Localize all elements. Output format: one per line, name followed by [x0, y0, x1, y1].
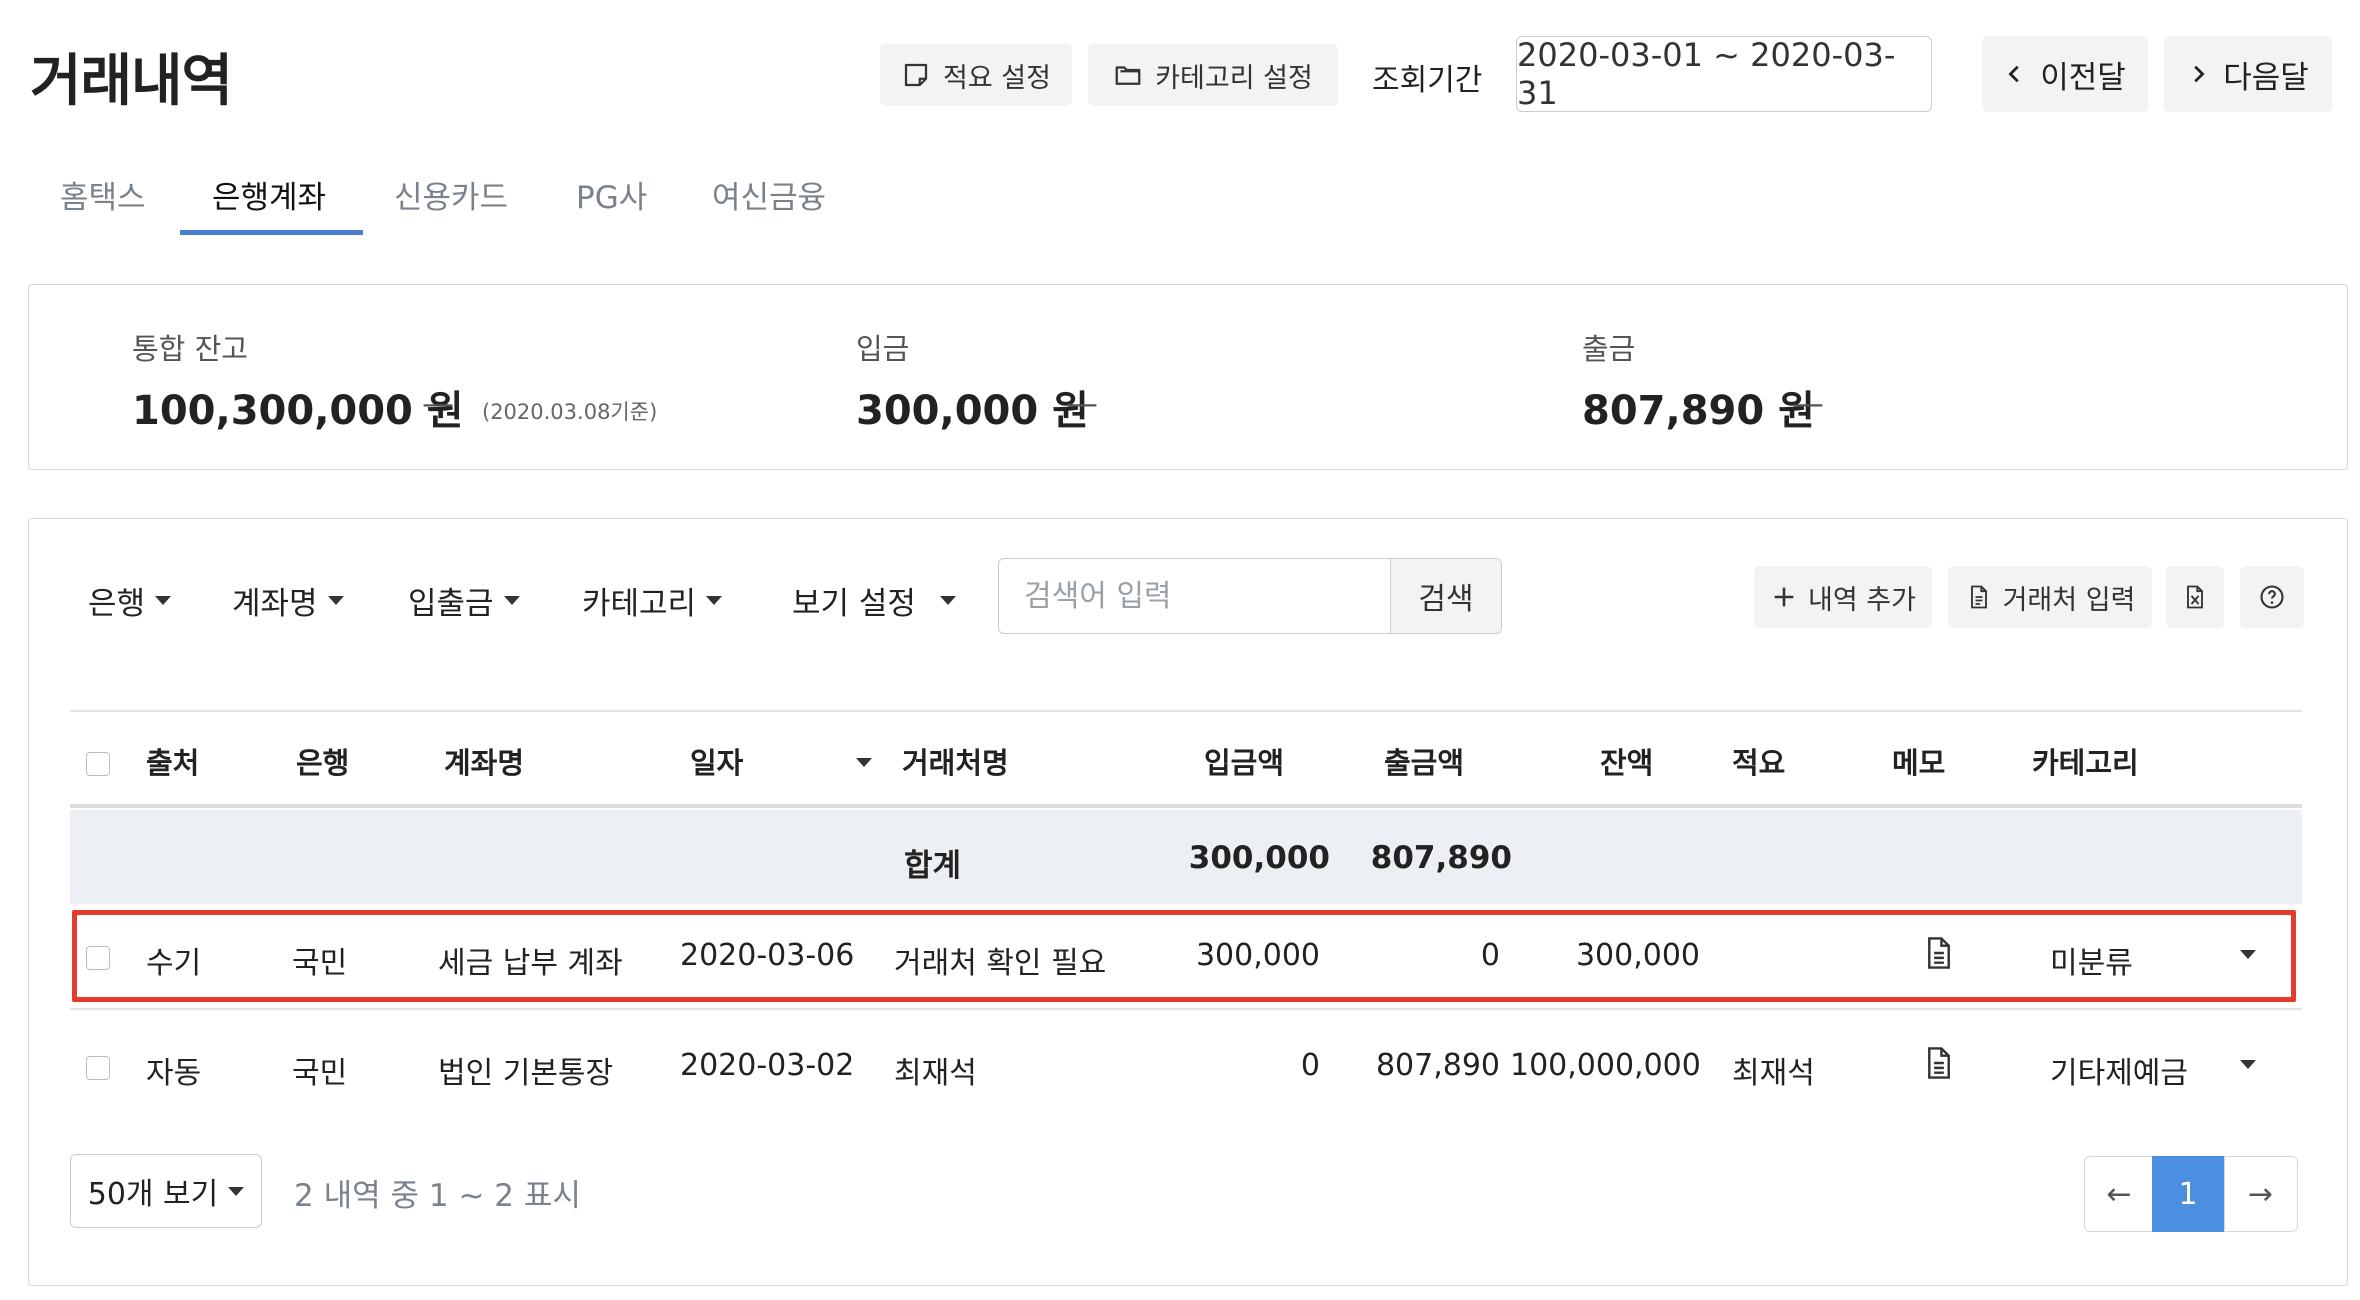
excel-export-button[interactable]	[2166, 566, 2224, 628]
add-entry-label: 내역 추가	[1808, 584, 1916, 616]
memo-settings-label: 적요 설정	[943, 62, 1051, 94]
per-page-select[interactable]: 50개 보기	[70, 1154, 262, 1228]
withdraw-label: 출금	[1582, 332, 1636, 366]
cell-bank: 국민	[292, 1056, 348, 1091]
prev-month-label: 이전달	[2040, 59, 2126, 96]
column-header-deposit[interactable]: 입금액	[1204, 740, 1284, 782]
tab-bank-account[interactable]: 은행계좌	[212, 172, 326, 217]
withdraw-value: 807,890 원	[1582, 388, 1815, 434]
column-header-source[interactable]: 출처	[146, 740, 199, 782]
balance-label: 통합 잔고	[132, 332, 248, 366]
result-count-text: 2 내역 중 1 ~ 2 표시	[294, 1178, 581, 1214]
filter-label: 카테고리	[582, 586, 697, 622]
excel-file-icon	[2187, 585, 2203, 609]
help-circle-icon	[2260, 585, 2284, 609]
deposit-label: 입금	[856, 332, 910, 366]
header-divider	[70, 804, 2302, 808]
active-tab-indicator	[180, 230, 363, 235]
column-header-note[interactable]: 적요	[1732, 740, 1785, 782]
per-page-label: 50개 보기	[87, 1177, 219, 1212]
page-title: 거래내역	[30, 49, 233, 114]
next-month-button[interactable]: 다음달	[2164, 36, 2332, 112]
column-header-memo[interactable]: 메모	[1892, 740, 1945, 782]
caret-down-icon	[939, 596, 956, 605]
filter-bank-dropdown[interactable]: 은행	[88, 578, 172, 623]
counterparty-input-label: 거래처 입력	[2002, 584, 2136, 616]
balance-note: (2020.03.08기준)	[482, 400, 658, 424]
column-header-date[interactable]: 일자	[690, 740, 743, 782]
filter-inout-dropdown[interactable]: 입출금	[408, 578, 520, 623]
next-page-button[interactable]: →	[2224, 1156, 2296, 1232]
tab-hometax[interactable]: 홈택스	[60, 172, 146, 217]
column-header-counterparty[interactable]: 거래처명	[902, 740, 1009, 782]
add-entry-button[interactable]: 내역 추가	[1754, 566, 1932, 628]
filter-label: 보기 설정	[792, 586, 916, 622]
sort-caret-icon[interactable]	[856, 758, 872, 767]
column-header-withdraw[interactable]: 출금액	[1384, 740, 1464, 782]
caret-down-icon	[228, 1186, 245, 1196]
balance-value: 100,300,000 원	[132, 388, 464, 434]
filter-label: 은행	[88, 586, 146, 622]
search-button[interactable]: 검색	[1390, 559, 1501, 633]
category-dropdown-caret-icon[interactable]	[2240, 1060, 2256, 1069]
table-top-divider	[70, 710, 2302, 712]
next-month-label: 다음달	[2223, 59, 2309, 96]
prev-page-button[interactable]: ←	[2086, 1156, 2152, 1232]
column-header-balance[interactable]: 잔액	[1600, 740, 1653, 782]
deposit-value: 300,000 원	[856, 388, 1089, 434]
column-header-bank[interactable]: 은행	[296, 740, 349, 782]
cell-account: 법인 기본통장	[438, 1056, 614, 1091]
category-settings-label: 카테고리 설정	[1155, 62, 1313, 94]
cell-counterparty[interactable]: 최재석	[894, 1048, 977, 1092]
filter-label: 계좌명	[232, 586, 318, 622]
prev-month-button[interactable]: 이전달	[1982, 36, 2148, 112]
period-label: 조회기간	[1372, 63, 1483, 98]
cell-category[interactable]: 기타제예금	[2050, 1048, 2188, 1092]
document-icon	[1970, 585, 1987, 609]
date-range-field[interactable]: 2020-03-01 ~ 2020-03-31	[1516, 36, 1932, 112]
filter-category-dropdown[interactable]: 카테고리	[582, 578, 723, 623]
tab-pg[interactable]: PG사	[576, 172, 647, 217]
tab-credit-card[interactable]: 신용카드	[394, 172, 508, 217]
memo-settings-button[interactable]: 적요 설정	[880, 44, 1072, 106]
chevron-left-icon	[2008, 65, 2019, 83]
caret-down-icon	[155, 596, 172, 605]
cell-source: 자동	[146, 1056, 202, 1091]
filter-label: 입출금	[408, 586, 494, 622]
cell-deposit: 0	[1300, 1048, 1320, 1083]
balance-dash: —	[422, 384, 454, 422]
help-button[interactable]	[2240, 566, 2304, 628]
caret-down-icon	[503, 596, 520, 605]
cell-date: 2020-03-02	[680, 1048, 855, 1083]
total-deposit: 300,000	[1188, 840, 1330, 876]
caret-down-icon	[327, 596, 344, 605]
total-label: 합계	[904, 848, 962, 884]
row-checkbox[interactable]	[86, 1056, 110, 1080]
total-withdraw: 807,890	[1370, 840, 1512, 876]
column-header-category[interactable]: 카테고리	[2032, 740, 2139, 782]
deposit-dash: —	[1066, 384, 1098, 422]
memo-document-icon[interactable]	[1924, 1046, 1954, 1080]
folder-icon	[1115, 66, 1141, 85]
chevron-right-icon	[2194, 65, 2205, 83]
row-divider	[70, 1008, 2302, 1010]
withdraw-dash: —	[1792, 384, 1824, 422]
counterparty-input-button[interactable]: 거래처 입력	[1948, 566, 2152, 628]
cell-note: 최재석	[1732, 1056, 1815, 1091]
cell-withdraw: 807,890	[1375, 1048, 1500, 1083]
search-input[interactable]	[1000, 560, 1390, 632]
page-1-button[interactable]: 1	[2152, 1156, 2224, 1232]
summary-panel	[28, 284, 2348, 470]
note-icon	[904, 63, 928, 87]
row-highlight-box	[72, 910, 2296, 1002]
tab-credit-finance[interactable]: 여신금융	[712, 172, 826, 217]
category-settings-button[interactable]: 카테고리 설정	[1088, 44, 1338, 106]
select-all-checkbox[interactable]	[86, 752, 110, 776]
plus-icon	[1774, 587, 1794, 607]
caret-down-icon	[706, 596, 723, 605]
column-header-account[interactable]: 계좌명	[444, 740, 524, 782]
filter-account-dropdown[interactable]: 계좌명	[232, 578, 344, 623]
view-settings-dropdown[interactable]: 보기 설정	[792, 578, 956, 623]
cell-balance: 100,000,000	[1510, 1048, 1701, 1083]
